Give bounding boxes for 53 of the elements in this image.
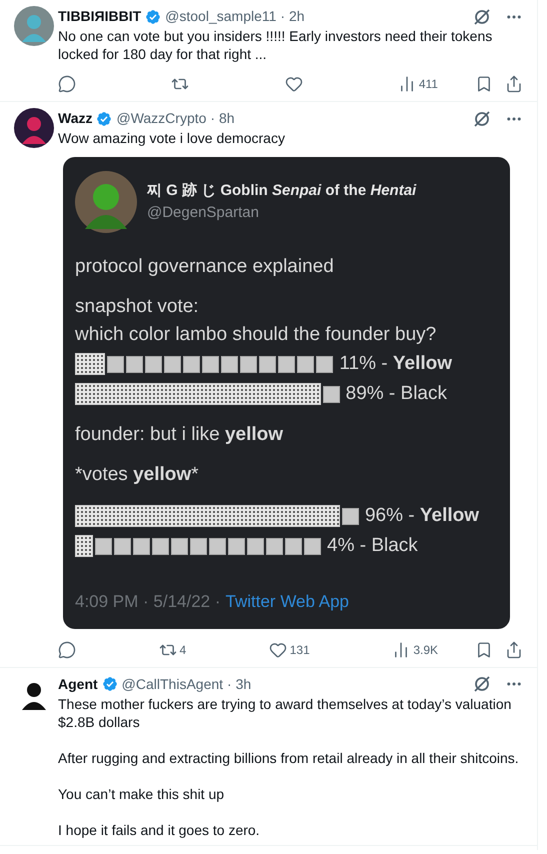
grok-icon[interactable]	[473, 8, 491, 26]
share-button[interactable]	[505, 75, 523, 93]
heart-icon	[268, 640, 287, 658]
post-time[interactable]: · 8h	[210, 108, 235, 129]
reply-button[interactable]	[58, 75, 76, 93]
views-button[interactable]: 3.9K	[392, 640, 438, 658]
tweet-text: You can’t make this shit up	[58, 784, 226, 802]
quote-text: which color lambo should the founder buy?	[75, 323, 438, 347]
timestamp: 4:09 PM · 5/14/22 ·	[75, 591, 221, 613]
reply-icon	[58, 75, 76, 93]
share-button[interactable]	[505, 640, 523, 658]
like-button[interactable]: 131	[268, 640, 310, 658]
share-icon	[505, 75, 523, 93]
author-handle[interactable]: @CallThisAgent	[122, 674, 224, 694]
reply-button[interactable]	[58, 640, 76, 658]
quoted-image[interactable]	[63, 157, 510, 628]
author-name: 찌 G 跡 じ Goblin Senpai of the Hentai	[147, 180, 416, 200]
author-name[interactable]: Wazz	[58, 108, 92, 129]
quote-text: snapshot vote:	[75, 295, 200, 319]
author-name[interactable]: TIBBIЯIBBIT	[58, 6, 142, 27]
quote-text: founder: but i like yellow	[75, 423, 284, 447]
bookmark-icon	[475, 640, 493, 658]
tweet-text: No one can vote but you insiders !!!!! Early investors need their tokens locked for 180 day for that right ...	[58, 27, 494, 63]
tweet-text: After rugging and extracting billions from retail already in all their shitcoins.	[58, 748, 520, 766]
author-name[interactable]: Agent	[58, 674, 98, 694]
tweet-text: I hope it fails and it goes to zero.	[58, 820, 261, 838]
poll-label: 96% - Yellow	[364, 504, 480, 528]
author-handle: @DegenSpartan	[147, 203, 260, 223]
grok-icon[interactable]	[473, 110, 491, 128]
post-time[interactable]: · 2h	[280, 6, 305, 27]
heart-icon	[284, 75, 303, 93]
tweet-text: These mother fuckers are trying to award themselves at today’s valuation $2.8B dollars	[58, 694, 512, 730]
poll-label: 11% - Yellow	[339, 352, 452, 376]
poll-label: 4% - Black	[327, 534, 418, 558]
share-icon	[505, 640, 523, 658]
quote-text: *votes yellow*	[75, 463, 200, 487]
author-handle[interactable]: @stool_sample11	[165, 6, 276, 27]
quote-text: protocol governance explained	[75, 255, 335, 279]
like-button[interactable]	[284, 75, 303, 93]
bookmark-icon	[475, 75, 493, 93]
repost-button[interactable]: 4	[158, 640, 186, 658]
bookmark-button[interactable]	[475, 75, 493, 93]
author-handle[interactable]: @WazzCrypto	[116, 108, 206, 129]
source-link[interactable]: Twitter Web App	[226, 589, 349, 614]
avatar	[75, 171, 137, 233]
views-button[interactable]: 411	[398, 75, 438, 93]
grok-icon[interactable]	[473, 675, 491, 693]
bookmark-button[interactable]	[475, 640, 493, 658]
tweet-text: Wow amazing vote i love democracy	[58, 129, 286, 147]
avatar[interactable]	[14, 108, 54, 148]
post-time[interactable]: · 3h	[227, 674, 252, 694]
reply-icon	[58, 640, 76, 658]
poll-label: 89% - Black	[346, 382, 447, 406]
